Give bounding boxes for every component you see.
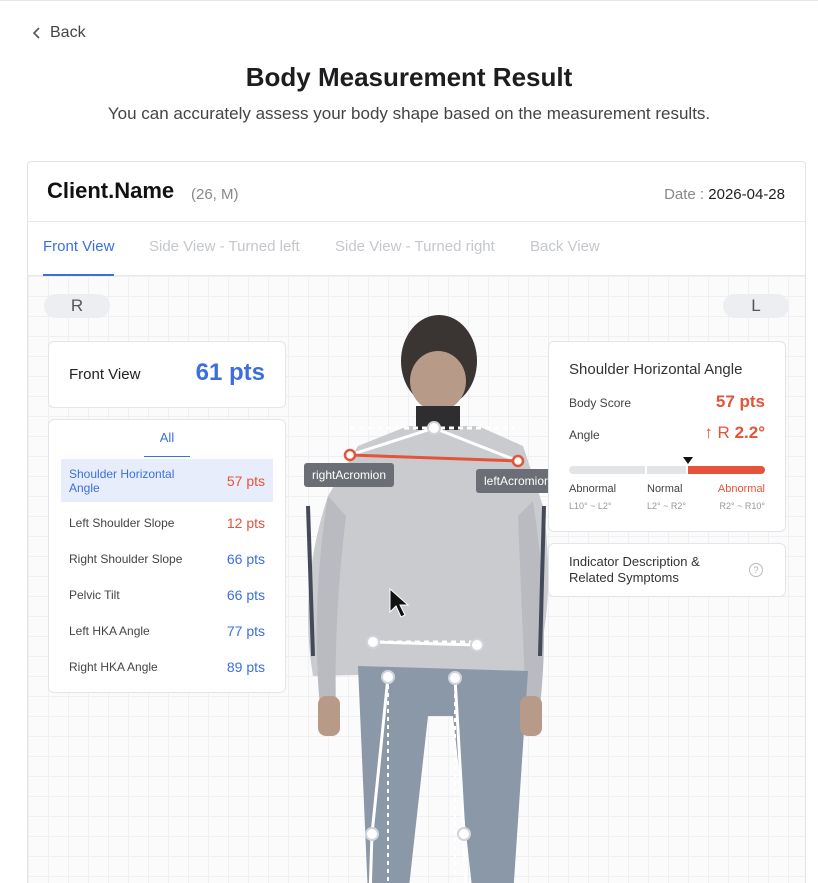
- scale-label-normal: Normal: [647, 483, 683, 495]
- indicator-row-right-shoulder-slope[interactable]: Right Shoulder Slope 66 pts: [61, 542, 273, 576]
- indicator-label: Right HKA Angle: [69, 660, 158, 674]
- angle-marker: [683, 457, 693, 464]
- view-score-label: Front View: [69, 366, 141, 383]
- angle-scale-bar: [569, 466, 765, 474]
- indicator-score: 66 pts: [226, 587, 265, 603]
- right-shin-line: [368, 833, 374, 883]
- indicator-score: 57 pts: [226, 472, 265, 489]
- scale-label-abnormal-right: Abnormal: [717, 483, 765, 495]
- indicator-row-left-hka-angle[interactable]: Left HKA Angle 77 pts: [61, 614, 273, 648]
- indicator-score: 89 pts: [226, 659, 265, 675]
- indicator-label: Left HKA Angle: [69, 624, 150, 638]
- person-photo: [306, 315, 549, 883]
- tab-side-right[interactable]: Side View - Turned right: [335, 222, 495, 276]
- page-title: Body Measurement Result: [245, 62, 573, 92]
- chevron-left-icon: [32, 27, 40, 39]
- back-button[interactable]: Back: [30, 24, 86, 42]
- indicator-label: Left Shoulder Slope: [69, 516, 175, 530]
- scale-segment-abnormal-left: [569, 466, 645, 474]
- left-shin-line: [462, 833, 468, 883]
- description-link-label: Indicator Description & Related Symptoms: [569, 554, 700, 585]
- view-score-value: 61 pts: [195, 359, 265, 386]
- arrow-up-icon: ↑: [704, 423, 713, 442]
- angle-side: R: [717, 423, 730, 442]
- left-knee-top-point[interactable]: [448, 671, 462, 685]
- tab-front-view[interactable]: Front View: [43, 222, 115, 276]
- client-age-gender: (26, M): [191, 186, 239, 203]
- right-knee-top-point[interactable]: [381, 670, 395, 684]
- left-hip-point[interactable]: [470, 638, 484, 652]
- page-subtitle: You can accurately assess your body shap…: [107, 104, 711, 123]
- indicator-label: Right Shoulder Slope: [69, 552, 183, 566]
- top-divider: [0, 0, 818, 2]
- indicator-score: 66 pts: [226, 551, 265, 567]
- question-circle-icon[interactable]: ?: [749, 563, 763, 577]
- date-label: Date :: [664, 186, 705, 203]
- body-score-label: Body Score: [569, 396, 632, 410]
- right-acromion-label: rightAcromion: [304, 463, 395, 487]
- indicator-label: Shoulder Horizontal Angle: [69, 466, 175, 495]
- date-value: 2026-04-28: [708, 186, 785, 203]
- indicator-score: 77 pts: [226, 623, 265, 639]
- body-score-value: 57 pts: [715, 392, 765, 411]
- measurement-date: Date : 2026-04-28: [664, 186, 785, 203]
- angle-degrees: 2.2°: [734, 423, 765, 442]
- left-acromion-point[interactable]: [511, 454, 525, 468]
- result-card: Client.Name (26, M) Date : 2026-04-28 Fr…: [27, 161, 806, 883]
- indicator-row-left-shoulder-slope[interactable]: Left Shoulder Slope 12 pts: [61, 506, 273, 540]
- tab-back-view[interactable]: Back View: [530, 222, 600, 276]
- left-side-indicator: L: [723, 294, 789, 318]
- tab-side-left[interactable]: Side View - Turned left: [149, 222, 300, 276]
- indicator-row-right-hka-angle[interactable]: Right HKA Angle 89 pts: [61, 650, 273, 684]
- indicator-detail-card: Shoulder Horizontal Angle Body Score 57 …: [548, 341, 786, 532]
- scale-range-normal: L2° ~ R2°: [647, 501, 686, 511]
- filter-tab-all[interactable]: All: [144, 430, 190, 457]
- scale-range-abnormal-right: R2° ~ R10°: [719, 501, 765, 511]
- right-hip-point[interactable]: [366, 635, 380, 649]
- indicator-label: Pelvic Tilt: [69, 588, 120, 602]
- indicator-description-link[interactable]: Indicator Description & Related Symptoms…: [548, 543, 786, 597]
- client-header: Client.Name (26, M) Date : 2026-04-28: [28, 162, 805, 222]
- indicator-row-pelvic-tilt[interactable]: Pelvic Tilt 66 pts: [61, 578, 273, 612]
- indicator-row-shoulder-horizontal-angle[interactable]: Shoulder Horizontal Angle 57 pts: [61, 459, 273, 502]
- right-side-indicator: R: [44, 294, 110, 318]
- view-tabs: Front View Side View - Turned left Side …: [28, 222, 805, 276]
- neck-point[interactable]: [427, 421, 441, 435]
- scale-range-abnormal-left: L10° ~ L2°: [569, 501, 612, 511]
- indicator-list: All Shoulder Horizontal Angle 57 pts Lef…: [48, 419, 286, 693]
- scale-segment-normal: [647, 466, 686, 474]
- angle-label: Angle: [569, 428, 600, 442]
- detail-title: Shoulder Horizontal Angle: [569, 361, 743, 378]
- client-name: Client.Name: [47, 178, 175, 203]
- indicator-score: 12 pts: [226, 515, 265, 531]
- right-acromion-point[interactable]: [343, 448, 357, 462]
- view-score-card: Front View 61 pts: [48, 341, 286, 408]
- left-acromion-label: leftAcromion: [476, 469, 551, 493]
- scale-label-abnormal-left: Abnormal: [569, 483, 617, 495]
- left-knee-point[interactable]: [457, 827, 471, 841]
- back-label: Back: [50, 24, 86, 41]
- scale-segment-abnormal-right: [688, 466, 765, 474]
- right-knee-point[interactable]: [365, 827, 379, 841]
- angle-value: ↑ R 2.2°: [704, 423, 765, 443]
- measurement-stage: R L rightAcromion leftAcromion Front Vie…: [28, 276, 805, 883]
